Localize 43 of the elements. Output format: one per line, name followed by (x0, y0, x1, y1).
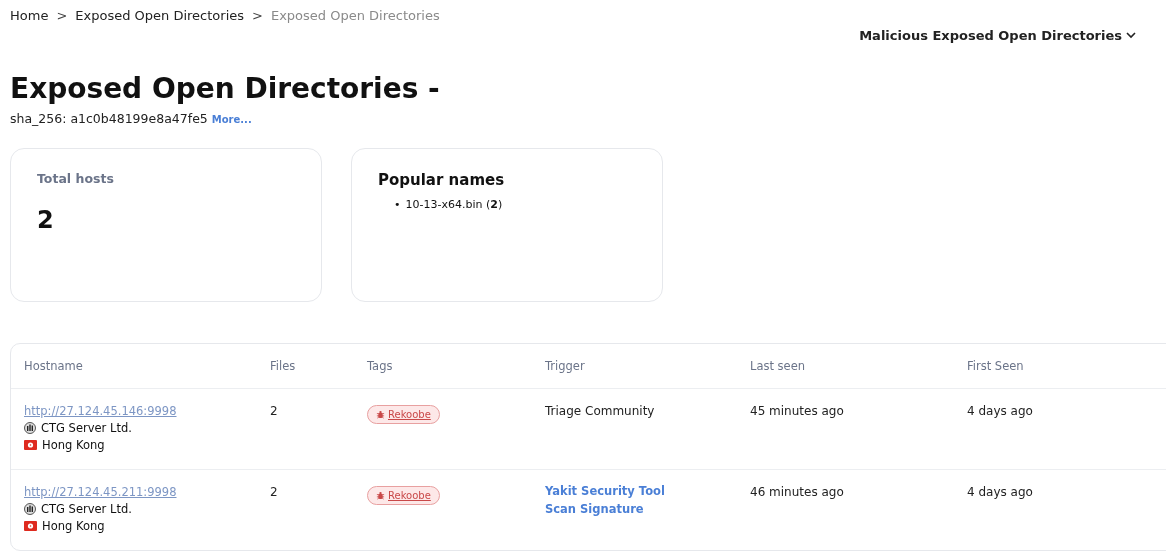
table-cell-text: 4 days ago (967, 404, 1034, 420)
flag-icon (24, 440, 37, 450)
category-dropdown[interactable]: Malicious Exposed Open Directories (859, 28, 1136, 43)
card-label: Total hosts (37, 171, 115, 186)
table-cell-text: 45 minutes ago (750, 404, 845, 420)
card-title: Popular names (378, 171, 506, 189)
building-icon (24, 422, 36, 434)
column-header: Tags (367, 359, 394, 375)
column-header: Last seen (750, 359, 807, 375)
trigger-link[interactable]: Yakit Security Tool Scan Signature (545, 482, 695, 518)
table-cell-text: 2 (270, 404, 279, 420)
bug-icon (376, 491, 385, 500)
column-header: Trigger (545, 359, 586, 375)
table-cell-text: Triage Community (545, 404, 656, 418)
column-header: Files (270, 359, 297, 375)
host-link[interactable]: http://27.124.45.211:9998 (24, 485, 270, 499)
hash-text: sha_256: a1c0b48199e8a47fe5 (10, 111, 208, 126)
breadcrumb-separator: > (56, 8, 68, 23)
tag-chip[interactable]: Rekoobe (367, 486, 440, 505)
country-name: Hong Kong (42, 438, 105, 452)
flag-icon (24, 521, 37, 531)
breadcrumb-link[interactable]: Exposed Open Directories (270, 8, 440, 23)
org-name: CTG Server Ltd. (41, 502, 132, 516)
bullet-mark: • (394, 197, 401, 212)
table-cell-text: 46 minutes ago (750, 485, 845, 501)
building-icon (24, 503, 36, 515)
table-cell-text: 2 (270, 485, 279, 501)
bug-icon (376, 410, 385, 419)
breadcrumb-link[interactable]: Home (10, 8, 49, 23)
column-header: Hostname (24, 359, 84, 375)
column-header: First Seen (967, 359, 1025, 375)
table-cell-text: 4 days ago (967, 485, 1034, 501)
popular-name-item: 10-13-x64.bin (2) (405, 197, 503, 212)
chevron-down-icon (1126, 32, 1136, 39)
country-name: Hong Kong (42, 519, 105, 533)
total-hosts-value: 2 (37, 206, 55, 234)
org-name: CTG Server Ltd. (41, 421, 132, 435)
host-link[interactable]: http://27.124.45.146:9998 (24, 404, 270, 418)
breadcrumb-separator: > (252, 8, 263, 23)
tag-chip[interactable]: Rekoobe (367, 405, 440, 424)
more-link[interactable]: More... (211, 114, 252, 125)
breadcrumb-link[interactable]: Exposed Open Directories (75, 8, 245, 23)
page-title: Exposed Open Directories - (10, 71, 441, 107)
